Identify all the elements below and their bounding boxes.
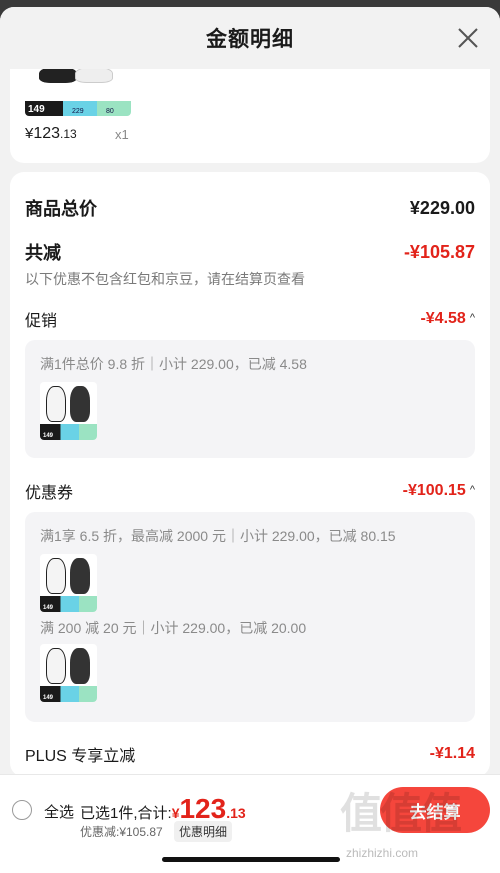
thumb-price-tag: 149	[43, 695, 54, 701]
promo-row[interactable]: 促销 -¥4.58 ^	[25, 307, 475, 331]
watermark-logo: 值值值	[340, 790, 462, 837]
breakdown-card: 商品总价 ¥229.00 共减 -¥105.87 以下优惠不包含红包和京豆，请在…	[10, 172, 490, 777]
plus-row: PLUS 专享立减 -¥1.14	[25, 742, 475, 766]
home-indicator	[162, 857, 340, 862]
chevron-up-icon[interactable]: ^	[470, 484, 475, 496]
watermark-url: zhizhizhi.com	[346, 846, 419, 860]
promo-detail-box: 满1件总价 9.8 折｜小计 229.00，已减 4.58 149	[25, 340, 475, 458]
thumb-price-tag: 149	[43, 433, 54, 439]
coupon-description-1: 满1享 6.5 折，最高减 2000 元｜小计 229.00，已减 80.15	[40, 528, 396, 544]
reduce-note: 以下优惠不包含红包和京豆，请在结算页查看	[25, 271, 305, 287]
product-thumbnail[interactable]: 149 229 80	[25, 69, 131, 116]
thumb-price-tag: 149	[43, 605, 54, 611]
product-thumbnail: 149	[40, 382, 97, 440]
chevron-up-icon[interactable]: ^	[470, 312, 475, 324]
sheet-header: 金额明细	[0, 7, 500, 69]
select-all-checkbox[interactable]	[12, 800, 32, 820]
promo-value: -¥4.58	[420, 310, 466, 327]
price-integer: 123	[33, 125, 61, 142]
thumb-price-tag: 149	[28, 104, 45, 115]
discount-text: 优惠减:¥105.87	[80, 825, 163, 839]
coupon-detail-box: 满1享 6.5 折，最高减 2000 元｜小计 229.00，已减 80.15 …	[25, 512, 475, 722]
promo-label: 促销	[25, 313, 58, 330]
total-prefix: 已选1件,合计:	[80, 805, 172, 822]
total-value: ¥229.00	[409, 197, 475, 218]
total-decimal: .13	[226, 805, 246, 821]
thumb-number: 80	[106, 108, 114, 115]
sheet-title: 金额明细	[206, 28, 294, 51]
product-quantity: x1	[115, 127, 129, 142]
discount-detail-button[interactable]: 优惠明细	[174, 821, 233, 842]
coupon-label: 优惠券	[25, 485, 74, 502]
total-label: 商品总价	[25, 199, 97, 219]
promo-description: 满1件总价 9.8 折｜小计 229.00，已减 4.58	[40, 356, 307, 372]
total-row: 商品总价 ¥229.00	[25, 195, 475, 221]
reduce-label: 共减	[25, 243, 61, 263]
product-thumbnail: 149	[40, 644, 97, 702]
thumb-number: 229	[72, 108, 84, 115]
product-card: 149 229 80 ¥123.13 x1	[10, 69, 490, 163]
product-price: ¥123.13	[25, 125, 77, 143]
amount-detail-sheet: 金额明细 149 229 80 ¥123.13 x1 商品总价 ¥229.00 …	[0, 7, 500, 873]
reduce-row: 共减 -¥105.87	[25, 239, 475, 265]
close-icon[interactable]	[454, 24, 482, 52]
coupon-description-2: 满 200 减 20 元｜小计 229.00，已减 20.00	[40, 620, 307, 636]
reduce-value: -¥105.87	[403, 241, 475, 262]
coupon-row[interactable]: 优惠券 -¥100.15 ^	[25, 479, 475, 503]
total-integer: 123	[179, 793, 227, 824]
product-thumbnail: 149	[40, 554, 97, 612]
plus-value: -¥1.14	[429, 745, 475, 762]
select-all-label[interactable]: 全选	[44, 801, 74, 822]
price-decimal: .13	[60, 127, 77, 141]
coupon-value: -¥100.15	[402, 482, 466, 499]
plus-label: PLUS 专享立减	[25, 748, 136, 765]
